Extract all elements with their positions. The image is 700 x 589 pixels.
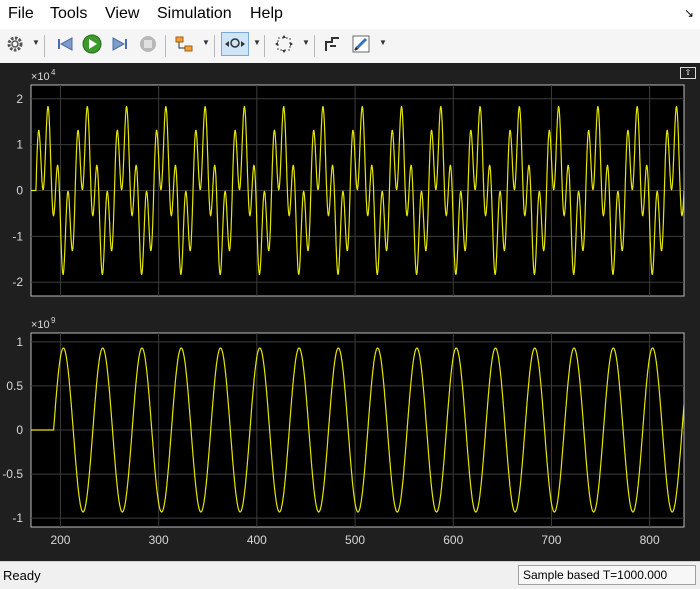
toolbar: ▼ ▼ ▼ ▼ ▼	[0, 29, 700, 64]
zoom-dropdown-icon[interactable]: ▼	[253, 38, 261, 47]
menu-simulation[interactable]: Simulation	[157, 5, 232, 23]
toolbar-separator	[165, 35, 166, 57]
x-tick-label: 400	[247, 533, 267, 547]
signal-dropdown-icon[interactable]: ▼	[202, 38, 210, 47]
dock-arrow-icon[interactable]: ↘	[684, 6, 694, 20]
run-icon[interactable]	[80, 32, 104, 56]
settings-dropdown-icon[interactable]: ▼	[32, 38, 40, 47]
y-tick-label: 0	[16, 184, 23, 198]
x-tick-label: 700	[541, 533, 561, 547]
step-forward-icon[interactable]	[108, 32, 132, 56]
fit-dropdown-icon[interactable]: ▼	[302, 38, 310, 47]
y-tick-label: -2	[12, 275, 23, 289]
menu-help[interactable]: Help	[250, 5, 283, 23]
y-tick-label: 1	[16, 335, 23, 349]
y-tick-label: 2	[16, 92, 23, 106]
y-tick-label: 0.5	[6, 379, 23, 393]
x-tick-label: 200	[50, 533, 70, 547]
status-bar: Ready Sample based T=1000.000	[0, 561, 700, 589]
toolbar-separator	[44, 35, 45, 57]
sample-info: Sample based T=1000.000	[518, 565, 696, 585]
step-back-icon[interactable]	[53, 32, 77, 56]
fit-to-view-icon[interactable]	[272, 32, 296, 56]
x-tick-label: 500	[345, 533, 365, 547]
undock-icon[interactable]: ⇧	[680, 67, 696, 79]
x-tick-label: 300	[149, 533, 169, 547]
stop-icon[interactable]	[136, 32, 160, 56]
menu-file[interactable]: File	[8, 5, 34, 23]
exponent-power: 4	[51, 68, 56, 77]
y-tick-label: -1	[12, 511, 23, 525]
exponent-label: ×10	[31, 71, 50, 83]
x-tick-label: 800	[640, 533, 660, 547]
status-ready: Ready	[3, 568, 41, 583]
x-tick-label: 600	[443, 533, 463, 547]
scope-display: ⇧ 2 1 0 -1 -2 ×10 4 1 0.5 0 -0.5 -1 200 300 400 500 600 7…	[0, 63, 700, 561]
gear-icon[interactable]	[3, 32, 27, 56]
toolbar-separator	[264, 35, 265, 57]
y-tick-label: 1	[16, 138, 23, 152]
y-tick-label: -1	[12, 229, 23, 243]
y-tick-label: 0	[16, 423, 23, 437]
exponent-power: 9	[51, 316, 56, 325]
menu-bar: File Tools View Simulation Help ↘	[0, 0, 700, 29]
y-tick-label: -0.5	[2, 467, 23, 481]
scope-plots: 210-1-2×10 410.50-0.5-1200 300 400 500 600 700…	[2, 68, 685, 547]
menu-tools[interactable]: Tools	[50, 5, 87, 23]
toolbar-separator	[214, 35, 215, 57]
zoom-icon[interactable]	[221, 32, 249, 56]
toolbar-separator	[314, 35, 315, 57]
style-icon[interactable]	[349, 32, 373, 56]
signal-select-icon[interactable]	[172, 32, 196, 56]
style-dropdown-icon[interactable]: ▼	[379, 38, 387, 47]
exponent-label: ×10	[31, 319, 50, 331]
measurements-icon[interactable]	[321, 32, 345, 56]
menu-view[interactable]: View	[105, 5, 139, 23]
